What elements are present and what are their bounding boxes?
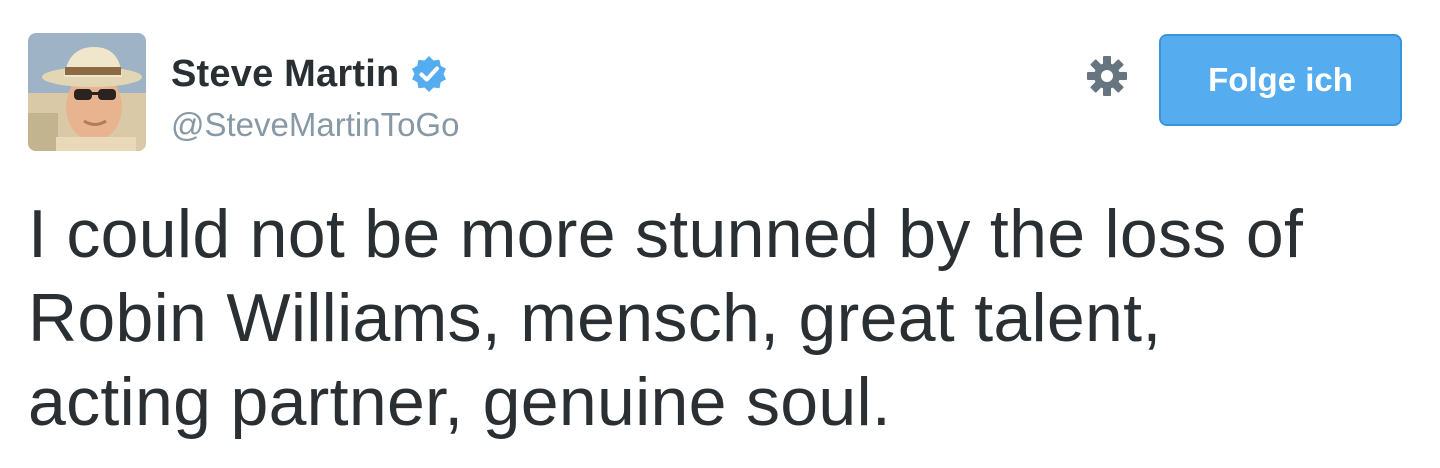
avatar-image [28, 33, 146, 151]
author-display-name[interactable]: Steve Martin [171, 53, 399, 96]
verified-badge-icon [409, 54, 449, 94]
tweet-text: I could not be more stunned by the loss … [28, 192, 1418, 444]
author-handle[interactable]: @SteveMartinToGo [171, 106, 459, 144]
tweet-card: Steve Martin @SteveMartinToGo Folge ich … [0, 0, 1440, 468]
following-button[interactable]: Folge ich [1159, 34, 1402, 126]
tweet-text-line: acting partner, genuine soul. [28, 364, 892, 440]
tweet-text-line: Robin Williams, mensch, great talent, [28, 280, 1162, 356]
avatar[interactable] [28, 33, 146, 151]
gear-icon[interactable] [1083, 52, 1131, 100]
author-name-row: Steve Martin [171, 50, 449, 98]
tweet-text-line: I could not be more stunned by the loss … [28, 196, 1304, 272]
